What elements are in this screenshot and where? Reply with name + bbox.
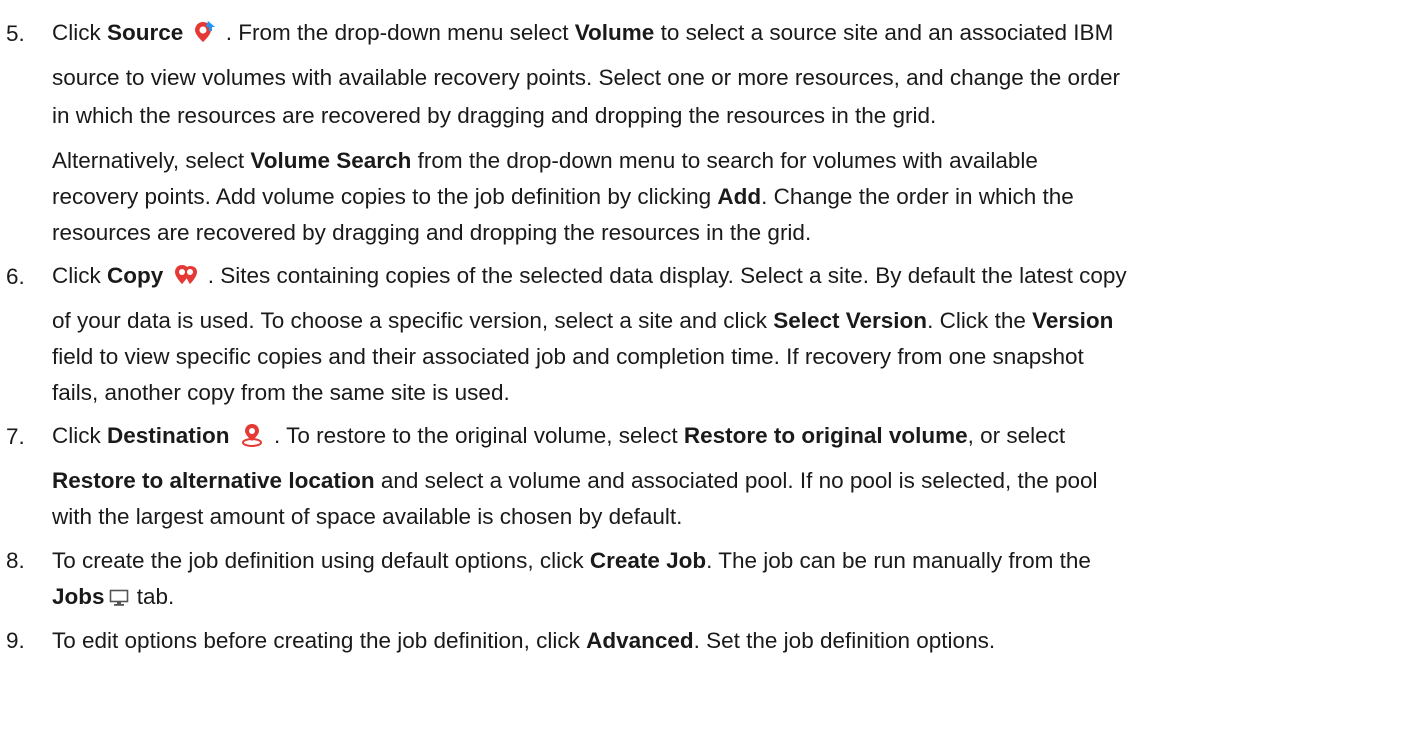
text-span: . Set the job definition options. <box>693 628 996 653</box>
step-6-line-2: of your data is used. To choose a specif… <box>52 308 1114 333</box>
text-span: recovery points. Add volume copies to th… <box>52 184 718 209</box>
text-span: . From the drop-down menu select <box>219 20 575 45</box>
step-5-line-3: in which the resources are recovered by … <box>52 103 937 128</box>
step-6-line-4: fails, another copy from the same site i… <box>52 380 510 405</box>
source-site-icon <box>194 20 216 49</box>
text-span <box>163 263 169 288</box>
ui-term-select-version: Select Version <box>773 308 928 333</box>
ui-term-add: Add <box>717 184 762 209</box>
text-span: source to view volumes with available re… <box>52 65 1121 90</box>
copy-site-icon <box>174 263 198 292</box>
text-span: with the largest amount of space availab… <box>52 504 683 529</box>
ui-term-copy: Copy <box>107 263 164 288</box>
ui-term-restore-original: Restore to original volume <box>683 423 968 448</box>
step-5-line-1: Click Source . From the drop-down menu s… <box>52 20 1113 49</box>
text-span: . Sites containing copies of the selecte… <box>201 263 1127 288</box>
step-number: 6. <box>6 264 25 289</box>
text-span: To create the job definition using defau… <box>52 548 590 573</box>
step-7-line-2: Restore to alternative location and sele… <box>52 468 1098 493</box>
ui-term-volume: Volume <box>574 20 655 45</box>
text-span: Alternatively, select <box>52 148 251 173</box>
text-span: , or select <box>967 423 1066 448</box>
step-number: 8. <box>6 548 25 573</box>
text-span <box>230 423 236 448</box>
ui-term-advanced: Advanced <box>586 628 694 653</box>
text-span: To edit options before creating the job … <box>52 628 587 653</box>
step-number: 5. <box>6 21 25 46</box>
text-span: . To restore to the original volume, sel… <box>267 423 684 448</box>
destination-site-icon <box>240 423 264 452</box>
step-5-line-4: Alternatively, select Volume Search from… <box>52 148 1038 173</box>
step-7-line-3: with the largest amount of space availab… <box>52 504 683 529</box>
text-span: . Click the <box>927 308 1033 333</box>
ui-term-volume-search: Volume Search <box>250 148 412 173</box>
ui-term-destination: Destination <box>107 423 230 448</box>
step-9-line-1: To edit options before creating the job … <box>52 628 996 653</box>
text-span: of your data is used. To choose a specif… <box>52 308 774 333</box>
ui-term-version: Version <box>1032 308 1114 333</box>
text-span: fails, another copy from the same site i… <box>52 380 510 405</box>
step-number: 9. <box>6 628 25 653</box>
step-5-line-2: source to view volumes with available re… <box>52 65 1121 90</box>
text-span: tab. <box>130 584 175 609</box>
ui-term-source: Source <box>107 20 184 45</box>
step-6-line-1: Click Copy . Sites containing copies of … <box>52 263 1127 292</box>
ui-term-jobs: Jobs <box>52 584 105 609</box>
text-span: from the drop-down menu to search for vo… <box>411 148 1038 173</box>
step-6-line-3: field to view specific copies and their … <box>52 344 1084 369</box>
step-number: 7. <box>6 424 25 449</box>
ui-term-create-job: Create Job <box>589 548 707 573</box>
step-8-line-1: To create the job definition using defau… <box>52 548 1091 573</box>
text-span: to select a source site and an associate… <box>654 20 1114 45</box>
text-span: field to view specific copies and their … <box>52 344 1084 369</box>
text-span: resources are recovered by dragging and … <box>52 220 812 245</box>
text-span: Click <box>52 423 107 448</box>
step-8-line-2: Jobs tab. <box>52 584 175 613</box>
monitor-icon <box>109 588 129 613</box>
ui-term-restore-alternative: Restore to alternative location <box>52 468 375 493</box>
text-span: Click <box>52 20 107 45</box>
text-span: Click <box>52 263 107 288</box>
text-span <box>183 20 189 45</box>
text-span: and select a volume and associated pool.… <box>374 468 1098 493</box>
step-5-line-5: recovery points. Add volume copies to th… <box>52 184 1074 209</box>
text-span: in which the resources are recovered by … <box>52 103 937 128</box>
step-7-line-1: Click Destination . To restore to the or… <box>52 423 1065 452</box>
text-span: . Change the order in which the <box>761 184 1074 209</box>
step-5-line-6: resources are recovered by dragging and … <box>52 220 812 245</box>
text-span: . The job can be run manually from the <box>706 548 1091 573</box>
help-document: 5. Click Source . From the drop-down men… <box>0 0 1401 737</box>
